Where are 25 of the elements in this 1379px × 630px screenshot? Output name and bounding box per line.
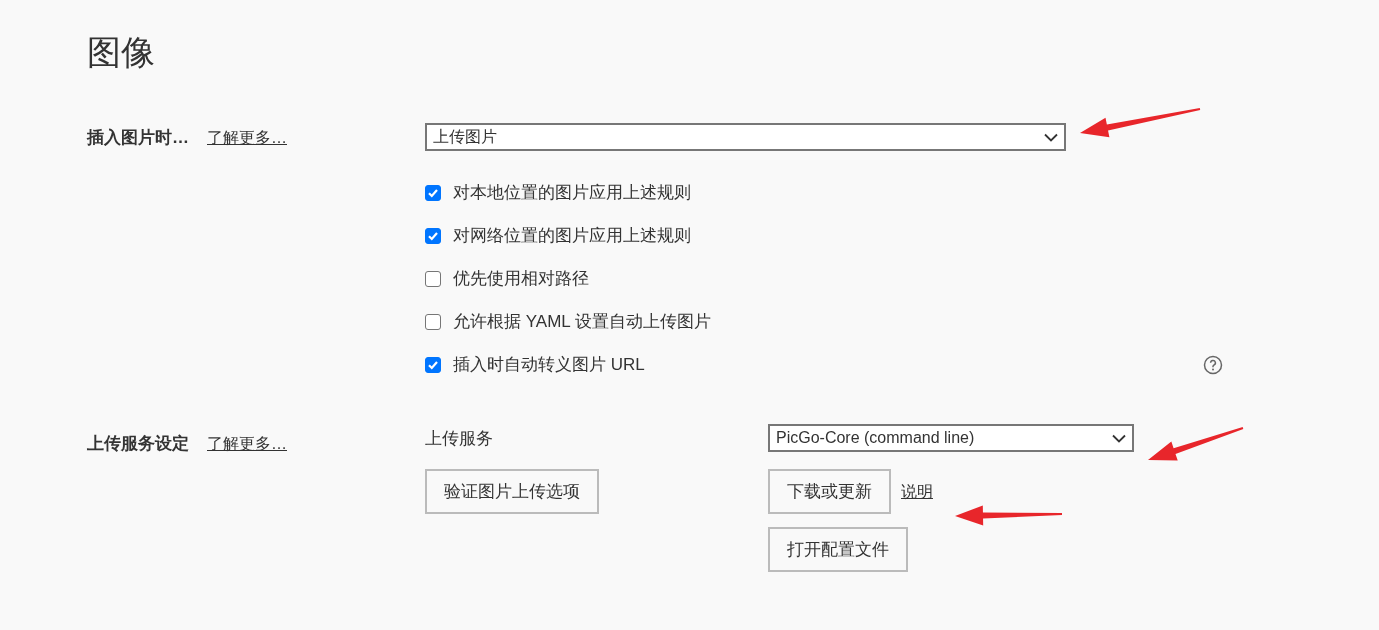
action-button[interactable]: 打开配置文件 [768,527,908,572]
chevron-down-icon [1044,132,1058,142]
field-label: 上传服务 [425,427,494,450]
checkbox[interactable] [425,184,441,201]
help-icon[interactable] [1203,354,1223,375]
checkbox-label: 对网络位置的图片应用上述规则 [453,225,691,247]
chevron-down-icon [1112,433,1126,443]
page-title: 图像 [87,32,155,73]
learn-more-link[interactable]: 了解更多… [207,433,287,455]
checkbox-label: 优先使用相对路径 [453,268,589,290]
checkbox[interactable] [425,356,441,373]
section-label: 上传服务设定 [87,433,189,455]
action-button[interactable]: 下载或更新 [768,469,891,514]
select-field[interactable]: PicGo-Core (command line) [768,424,1134,452]
checkbox-label: 允许根据 YAML 设置自动上传图片 [453,311,711,333]
checkbox[interactable] [425,313,441,330]
checkbox-label: 对本地位置的图片应用上述规则 [453,182,691,204]
checkbox[interactable] [425,270,441,287]
help-link[interactable]: 说明 [901,480,933,503]
section-label: 插入图片时… [87,127,189,149]
checkbox-label: 插入时自动转义图片 URL [453,354,645,376]
select-field[interactable]: 上传图片 [425,123,1066,151]
learn-more-link[interactable]: 了解更多… [207,127,287,149]
checkbox[interactable] [425,227,441,244]
verify-button[interactable]: 验证图片上传选项 [425,469,599,514]
